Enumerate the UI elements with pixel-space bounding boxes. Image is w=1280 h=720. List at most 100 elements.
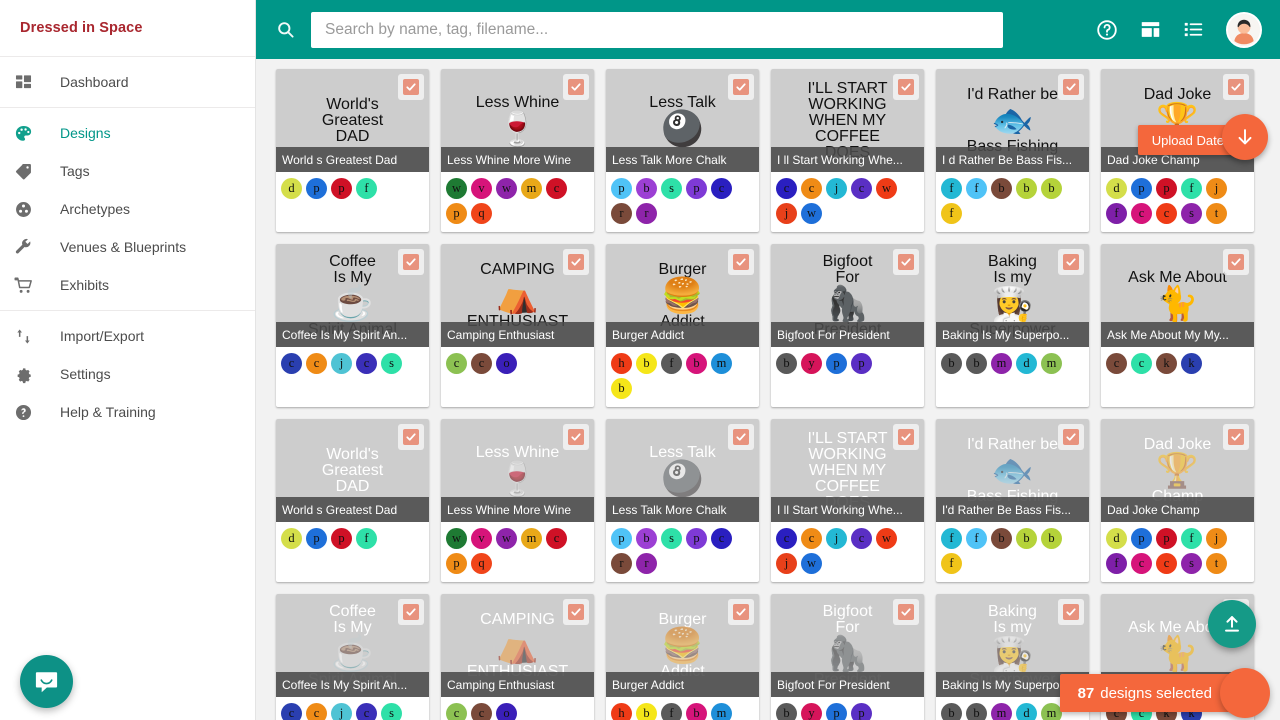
design-thumbnail[interactable]: Less Whine 🍷 Less Whine More Wine xyxy=(441,419,594,522)
design-tag-chip[interactable]: o xyxy=(496,353,517,374)
list-view-icon[interactable] xyxy=(1183,19,1204,40)
sidebar-item-dashboard[interactable]: Dashboard xyxy=(0,63,255,101)
design-thumbnail[interactable]: CAMPING ⛺ ENTHUSIAST Camping Enthusiast xyxy=(441,594,594,697)
card-view-icon[interactable] xyxy=(1140,19,1161,40)
design-select-checkbox[interactable] xyxy=(728,249,754,275)
design-tag-chip[interactable]: m xyxy=(1041,703,1062,720)
design-thumbnail[interactable]: Ask Me About🐈Ask Me About My My... xyxy=(1101,244,1254,347)
design-card[interactable]: CoffeeIs My☕Spirit AnimalCoffee Is My Sp… xyxy=(276,244,429,407)
design-card[interactable]: I'd Rather be 🐟 Bass Fishing I d Rather Be … xyxy=(936,69,1089,232)
design-tag-chip[interactable]: w xyxy=(496,178,517,199)
design-select-checkbox[interactable] xyxy=(1223,424,1249,450)
design-tag-chip[interactable]: m xyxy=(521,528,542,549)
design-tag-chip[interactable]: c xyxy=(1156,203,1177,224)
design-tag-chip[interactable]: p xyxy=(611,178,632,199)
design-tag-chip[interactable]: f xyxy=(356,528,377,549)
sidebar-item-exhibits[interactable]: Exhibits xyxy=(0,266,255,304)
design-tag-chip[interactable]: p xyxy=(686,528,707,549)
design-tag-chip[interactable]: b xyxy=(776,353,797,374)
design-tag-chip[interactable]: t xyxy=(1206,553,1227,574)
design-select-checkbox[interactable] xyxy=(728,74,754,100)
design-tag-chip[interactable]: c xyxy=(851,528,872,549)
design-tag-chip[interactable]: j xyxy=(826,528,847,549)
design-tag-chip[interactable]: r xyxy=(611,553,632,574)
design-tag-chip[interactable]: p xyxy=(331,178,352,199)
design-tag-chip[interactable]: c xyxy=(776,178,797,199)
design-tag-chip[interactable]: d xyxy=(1016,703,1037,720)
design-tag-chip[interactable]: b xyxy=(991,528,1012,549)
design-card[interactable]: Less Whine 🍷 Less Whine More Wine w v w m c p q xyxy=(441,69,594,232)
search-input[interactable] xyxy=(311,11,1003,48)
design-tag-chip[interactable]: c xyxy=(711,528,732,549)
design-tag-chip[interactable]: m xyxy=(991,703,1012,720)
design-tag-chip[interactable]: b xyxy=(941,353,962,374)
design-tag-chip[interactable]: c xyxy=(851,178,872,199)
user-avatar[interactable] xyxy=(1226,11,1262,48)
design-thumbnail[interactable]: CoffeeIs My☕Spirit AnimalCoffee Is My Sp… xyxy=(276,244,429,347)
design-tag-chip[interactable]: w xyxy=(876,528,897,549)
design-card[interactable]: I'd Rather be 🐟 Bass Fishing I'd Rather Be … xyxy=(936,419,1089,582)
design-select-checkbox[interactable] xyxy=(1058,599,1084,625)
design-tag-chip[interactable]: m xyxy=(991,353,1012,374)
design-tag-chip[interactable]: j xyxy=(776,553,797,574)
design-select-checkbox[interactable] xyxy=(893,424,919,450)
design-card[interactable]: CoffeeIs My☕Spirit AnimalCoffee Is My Sp… xyxy=(276,594,429,720)
design-select-checkbox[interactable] xyxy=(398,74,424,100)
design-tag-chip[interactable]: p xyxy=(446,203,467,224)
design-select-checkbox[interactable] xyxy=(398,249,424,275)
design-tag-chip[interactable]: d xyxy=(1106,178,1127,199)
design-tag-chip[interactable]: d xyxy=(281,178,302,199)
design-tag-chip[interactable]: c xyxy=(471,353,492,374)
design-thumbnail[interactable]: Less Whine 🍷 Less Whine More Wine xyxy=(441,69,594,172)
design-thumbnail[interactable]: BigfootFor🦍PresidentBigfoot For Presiden… xyxy=(771,244,924,347)
design-tag-chip[interactable]: p xyxy=(306,528,327,549)
sidebar-item-help-training[interactable]: Help & Training xyxy=(0,393,255,431)
design-select-checkbox[interactable] xyxy=(563,599,589,625)
design-tag-chip[interactable]: b xyxy=(991,178,1012,199)
design-tag-chip[interactable]: w xyxy=(876,178,897,199)
design-card[interactable]: World's Greatest DAD World s Greatest Dad d p… xyxy=(276,419,429,582)
design-tag-chip[interactable]: c xyxy=(356,703,377,720)
design-tag-chip[interactable]: d xyxy=(1106,528,1127,549)
design-tag-chip[interactable]: m xyxy=(1041,353,1062,374)
design-thumbnail[interactable]: I'LL STARTWORKINGWHEN MYCOFFEEDOESI ll S… xyxy=(771,419,924,522)
sidebar-item-archetypes[interactable]: Archetypes xyxy=(0,190,255,228)
design-select-checkbox[interactable] xyxy=(563,74,589,100)
selection-menu-fab[interactable] xyxy=(1220,668,1270,718)
design-select-checkbox[interactable] xyxy=(1223,74,1249,100)
design-tag-chip[interactable]: m xyxy=(711,353,732,374)
design-tag-chip[interactable]: f xyxy=(966,178,987,199)
design-thumbnail[interactable]: CoffeeIs My☕Spirit AnimalCoffee Is My Sp… xyxy=(276,594,429,697)
design-select-checkbox[interactable] xyxy=(728,599,754,625)
design-tag-chip[interactable]: c xyxy=(776,528,797,549)
design-select-checkbox[interactable] xyxy=(1058,249,1084,275)
design-tag-chip[interactable]: k xyxy=(1181,353,1202,374)
design-tag-chip[interactable]: v xyxy=(471,178,492,199)
design-tag-chip[interactable]: p xyxy=(851,353,872,374)
design-tag-chip[interactable]: j xyxy=(1206,178,1227,199)
design-tag-chip[interactable]: p xyxy=(611,528,632,549)
design-tag-chip[interactable]: c xyxy=(281,353,302,374)
design-card[interactable]: CAMPING ⛺ ENTHUSIAST Camping Enthusiast c c o xyxy=(441,244,594,407)
design-tag-chip[interactable]: f xyxy=(966,528,987,549)
design-tag-chip[interactable]: p xyxy=(826,703,847,720)
design-thumbnail[interactable]: Dad Joke🏆ChampDad Joke Champ xyxy=(1101,419,1254,522)
design-tag-chip[interactable]: b xyxy=(1016,528,1037,549)
design-select-checkbox[interactable] xyxy=(398,599,424,625)
design-tag-chip[interactable]: s xyxy=(661,178,682,199)
design-tag-chip[interactable]: p xyxy=(851,703,872,720)
design-tag-chip[interactable]: c xyxy=(446,703,467,720)
design-card[interactable]: Less Talk 🎱 Less Talk More Chalk p b s p c r r xyxy=(606,419,759,582)
chat-launcher[interactable] xyxy=(20,655,73,708)
design-tag-chip[interactable]: c xyxy=(1131,203,1152,224)
sidebar-item-venues-blueprints[interactable]: Venues & Blueprints xyxy=(0,228,255,266)
design-tag-chip[interactable]: b xyxy=(686,353,707,374)
design-tag-chip[interactable]: m xyxy=(521,178,542,199)
design-thumbnail[interactable]: Less Talk 🎱 Less Talk More Chalk xyxy=(606,69,759,172)
design-card[interactable]: BakingIs my👩‍🍳SuperpowerBaking Is My Sup… xyxy=(936,244,1089,407)
design-tag-chip[interactable]: b xyxy=(966,353,987,374)
design-select-checkbox[interactable] xyxy=(893,249,919,275)
design-thumbnail[interactable]: BakingIs my👩‍🍳SuperpowerBaking Is My Sup… xyxy=(936,244,1089,347)
design-tag-chip[interactable]: j xyxy=(826,178,847,199)
design-select-checkbox[interactable] xyxy=(1058,424,1084,450)
